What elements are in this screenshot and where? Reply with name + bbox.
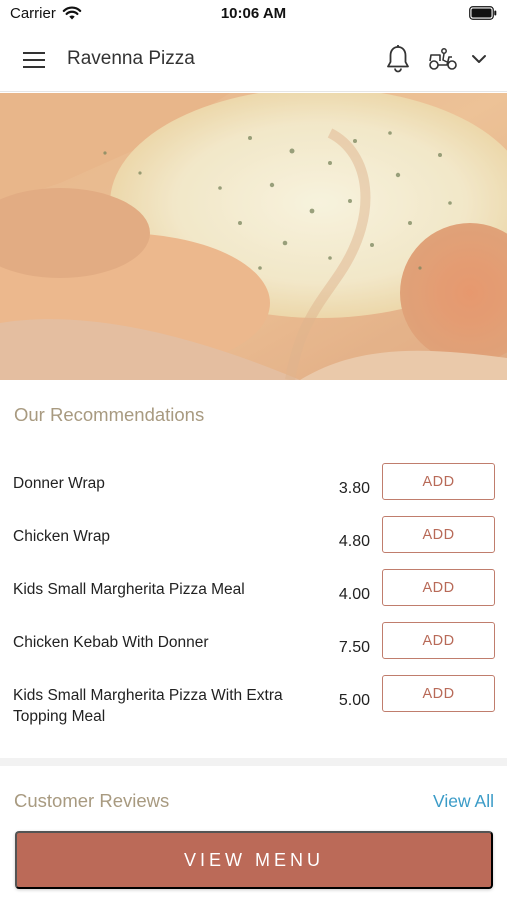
chevron-down-icon[interactable] [470, 50, 488, 68]
item-name: Kids Small Margherita Pizza With Extra T… [13, 687, 283, 725]
section-divider [0, 758, 507, 766]
recommendations-title: Our Recommendations [14, 404, 205, 425]
scooter-icon[interactable] [427, 46, 459, 72]
page-title: Ravenna Pizza [67, 48, 195, 69]
item-price: 7.50 [338, 639, 370, 656]
add-button[interactable]: ADD [382, 463, 495, 500]
item-name: Kids Small Margherita Pizza Meal [13, 581, 245, 598]
reviews-title: Customer Reviews [14, 790, 170, 811]
item-price: 5.00 [338, 692, 370, 709]
add-button[interactable]: ADD [382, 675, 495, 712]
status-time: 10:06 AM [220, 5, 287, 22]
item-name: Donner Wrap [13, 475, 105, 492]
add-button[interactable]: ADD [382, 569, 495, 606]
nav-bar: Ravenna Pizza [0, 28, 507, 92]
bell-icon[interactable] [385, 44, 411, 74]
item-name: Chicken Kebab With Donner [13, 634, 209, 651]
view-all-link[interactable]: View All [433, 791, 494, 812]
view-menu-button[interactable]: VIEW MENU [15, 831, 493, 889]
status-bar: Carrier 10:06 AM [0, 0, 507, 28]
item-price: 4.80 [338, 533, 370, 550]
hero-image [0, 93, 507, 380]
item-name: Chicken Wrap [13, 528, 111, 545]
menu-icon[interactable] [22, 49, 46, 71]
item-price: 3.80 [338, 480, 370, 497]
battery-icon [469, 6, 497, 20]
item-price: 4.00 [338, 586, 370, 603]
add-button[interactable]: ADD [382, 622, 495, 659]
list-item: Kids Small Margherita Pizza With Extra T… [0, 675, 507, 738]
add-button[interactable]: ADD [382, 516, 495, 553]
